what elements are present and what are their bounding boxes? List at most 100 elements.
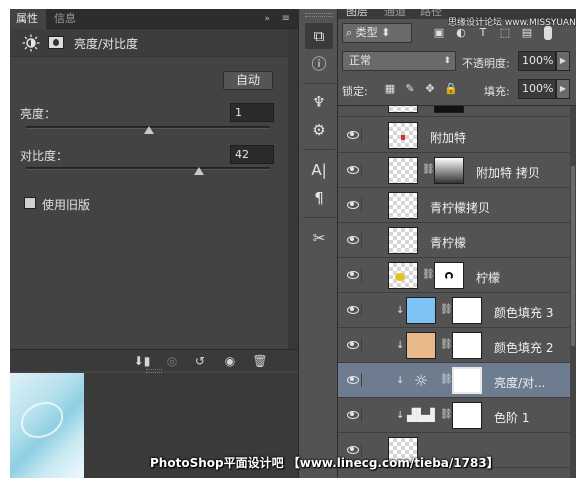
3d-icon[interactable]: ⧉	[305, 23, 333, 49]
visibility-icon[interactable]: ◉	[220, 353, 240, 369]
layer-mask-thumbnail	[434, 106, 464, 113]
clip-arrow-icon: ↓	[396, 340, 405, 351]
brightness-slider[interactable]	[26, 126, 270, 134]
eye-icon[interactable]	[344, 373, 362, 387]
collapse-icon[interactable]: »	[264, 9, 270, 29]
layers-scrollbar-thumb[interactable]	[571, 166, 575, 346]
layers-scrollbar[interactable]	[570, 106, 576, 478]
reset-icon[interactable]: ↺	[190, 353, 210, 369]
layer-row[interactable]: 青柠檬	[338, 223, 570, 258]
filter-kind-label: 类型	[355, 26, 378, 39]
levels-adjustment-icon: ▟▙▟	[407, 408, 435, 422]
paragraph-icon[interactable]: ¶	[305, 185, 333, 211]
properties-tabbar: 属性 信息 » ≡	[10, 9, 298, 29]
opacity-input[interactable]: 100%	[518, 51, 556, 71]
layer-row[interactable]: ⛓ 附加特 拷贝	[338, 153, 570, 188]
layer-thumbnail	[388, 106, 418, 113]
opacity-dropdown-icon[interactable]: ▶	[556, 51, 570, 71]
fill-dropdown-icon[interactable]: ▶	[556, 79, 570, 99]
properties-title: 亮度/对比度	[74, 37, 139, 51]
layer-name[interactable]: 颜色填充 3	[494, 304, 553, 321]
clip-arrow-icon: ↓	[396, 375, 405, 386]
layer-row[interactable]	[338, 106, 570, 117]
layer-thumbnail	[388, 192, 418, 219]
watermark-top: 思缘设计论坛 www.MISSYUAN.COM	[448, 18, 576, 28]
adjust-icon[interactable]: ⚙	[305, 117, 333, 143]
delete-icon[interactable]: 🗑	[250, 353, 270, 369]
layer-name[interactable]: 附加特	[430, 129, 466, 146]
filter-type-icon[interactable]: T	[476, 26, 490, 40]
properties-scrollbar[interactable]	[288, 29, 298, 357]
filter-toggle[interactable]	[544, 26, 552, 40]
layer-thumbnail	[388, 157, 418, 184]
tab-info[interactable]: 信息	[48, 9, 82, 29]
filter-kind-select[interactable]: ⌕ 类型 ⬍	[342, 23, 412, 43]
brush-presets-icon[interactable]: ♆	[305, 89, 333, 115]
layer-name[interactable]: 柠檬	[476, 269, 500, 286]
lock-position-icon[interactable]: ✥	[424, 83, 436, 95]
eye-icon[interactable]	[344, 198, 362, 212]
tab-properties[interactable]: 属性	[10, 9, 46, 29]
view-previous-icon[interactable]: ◎	[162, 353, 182, 369]
layer-row[interactable]: 附加特	[338, 118, 570, 153]
filter-pixel-icon[interactable]: ▣	[432, 26, 446, 40]
brightness-slider-thumb[interactable]	[144, 126, 155, 134]
layer-name[interactable]: 颜色填充 2	[494, 339, 553, 356]
eye-icon[interactable]	[344, 163, 362, 177]
contrast-input[interactable]: 42	[230, 145, 274, 164]
eye-icon[interactable]	[344, 233, 362, 247]
info-icon[interactable]: ⓘ	[305, 51, 333, 77]
filter-shape-icon[interactable]: ⬚	[498, 26, 512, 40]
lock-pixels-icon[interactable]: ✎	[404, 83, 416, 95]
layer-row[interactable]: ↓ ▟▙▟ ⛓ 色阶 1	[338, 398, 570, 433]
tool-presets-icon[interactable]: ✂	[305, 225, 333, 251]
lock-label: 锁定:	[342, 85, 368, 98]
clip-to-layer-icon[interactable]: ⬇▮	[132, 353, 152, 369]
layer-name[interactable]: 青柠檬拷贝	[430, 199, 490, 216]
eye-icon[interactable]	[344, 338, 362, 352]
contrast-slider[interactable]	[26, 167, 270, 175]
lock-transparent-icon[interactable]: ▦	[384, 83, 396, 95]
character-icon[interactable]: A|	[305, 157, 333, 183]
contrast-slider-thumb[interactable]	[194, 167, 205, 175]
tab-paths[interactable]: 路径	[420, 9, 442, 19]
layer-row[interactable]: 青柠檬拷贝	[338, 188, 570, 223]
eye-icon[interactable]	[344, 128, 362, 142]
fill-input[interactable]: 100%	[518, 79, 556, 99]
auto-button[interactable]: 自动	[223, 71, 273, 90]
layer-name[interactable]: 色阶 1	[494, 409, 529, 426]
dock-grip[interactable]	[305, 13, 333, 17]
layer-thumbnail	[406, 297, 436, 324]
layer-thumbnail	[406, 332, 436, 359]
layer-row-selected[interactable]: ↓ ☼ ⛓ 亮度/对...	[338, 363, 570, 398]
blend-mode-select[interactable]: 正常 ⬍	[342, 51, 456, 71]
blend-row: 正常 ⬍ 不透明度: 100% ▶	[338, 49, 576, 75]
layer-row[interactable]: ↓ ⛓ 颜色填充 2	[338, 328, 570, 363]
filter-smart-icon[interactable]: ▤	[520, 26, 534, 40]
mask-icon[interactable]	[48, 36, 64, 49]
watermark-bottom: PhotoShop平面设计吧 【www.linecg.com/tieba/178…	[150, 456, 499, 470]
contrast-label: 对比度：	[20, 149, 69, 163]
blend-mode-value: 正常	[349, 54, 371, 67]
layer-row[interactable]: ⛓ 柠檬	[338, 258, 570, 293]
layer-name[interactable]: 附加特 拷贝	[476, 164, 540, 181]
layer-name[interactable]: 亮度/对...	[494, 374, 546, 391]
properties-header: 亮度/对比度	[10, 29, 288, 57]
properties-panel: 属性 信息 » ≡ 亮度/对比度 自动 亮度： 1 对比度： 42 使用旧版 ⬇…	[10, 9, 298, 478]
legacy-checkbox[interactable]	[24, 197, 36, 209]
layer-name[interactable]: 青柠檬	[430, 234, 466, 251]
brightness-icon	[22, 34, 40, 52]
tab-layers[interactable]: 图层	[346, 9, 368, 19]
lock-all-icon[interactable]: 🔒	[444, 83, 458, 95]
layer-thumbnail	[388, 227, 418, 254]
eye-icon[interactable]	[344, 268, 362, 282]
tab-channels[interactable]: 通道	[384, 9, 406, 19]
filter-adjust-icon[interactable]: ◐	[454, 26, 468, 40]
layer-row[interactable]: ↓ ⛓ 颜色填充 3	[338, 293, 570, 328]
eye-icon[interactable]	[344, 303, 362, 317]
panel-menu-icon[interactable]: ≡	[282, 9, 290, 29]
link-icon: ⛓	[440, 304, 453, 315]
brightness-input[interactable]: 1	[230, 103, 274, 122]
layer-mask-thumbnail	[452, 297, 482, 324]
eye-icon[interactable]	[344, 408, 362, 422]
